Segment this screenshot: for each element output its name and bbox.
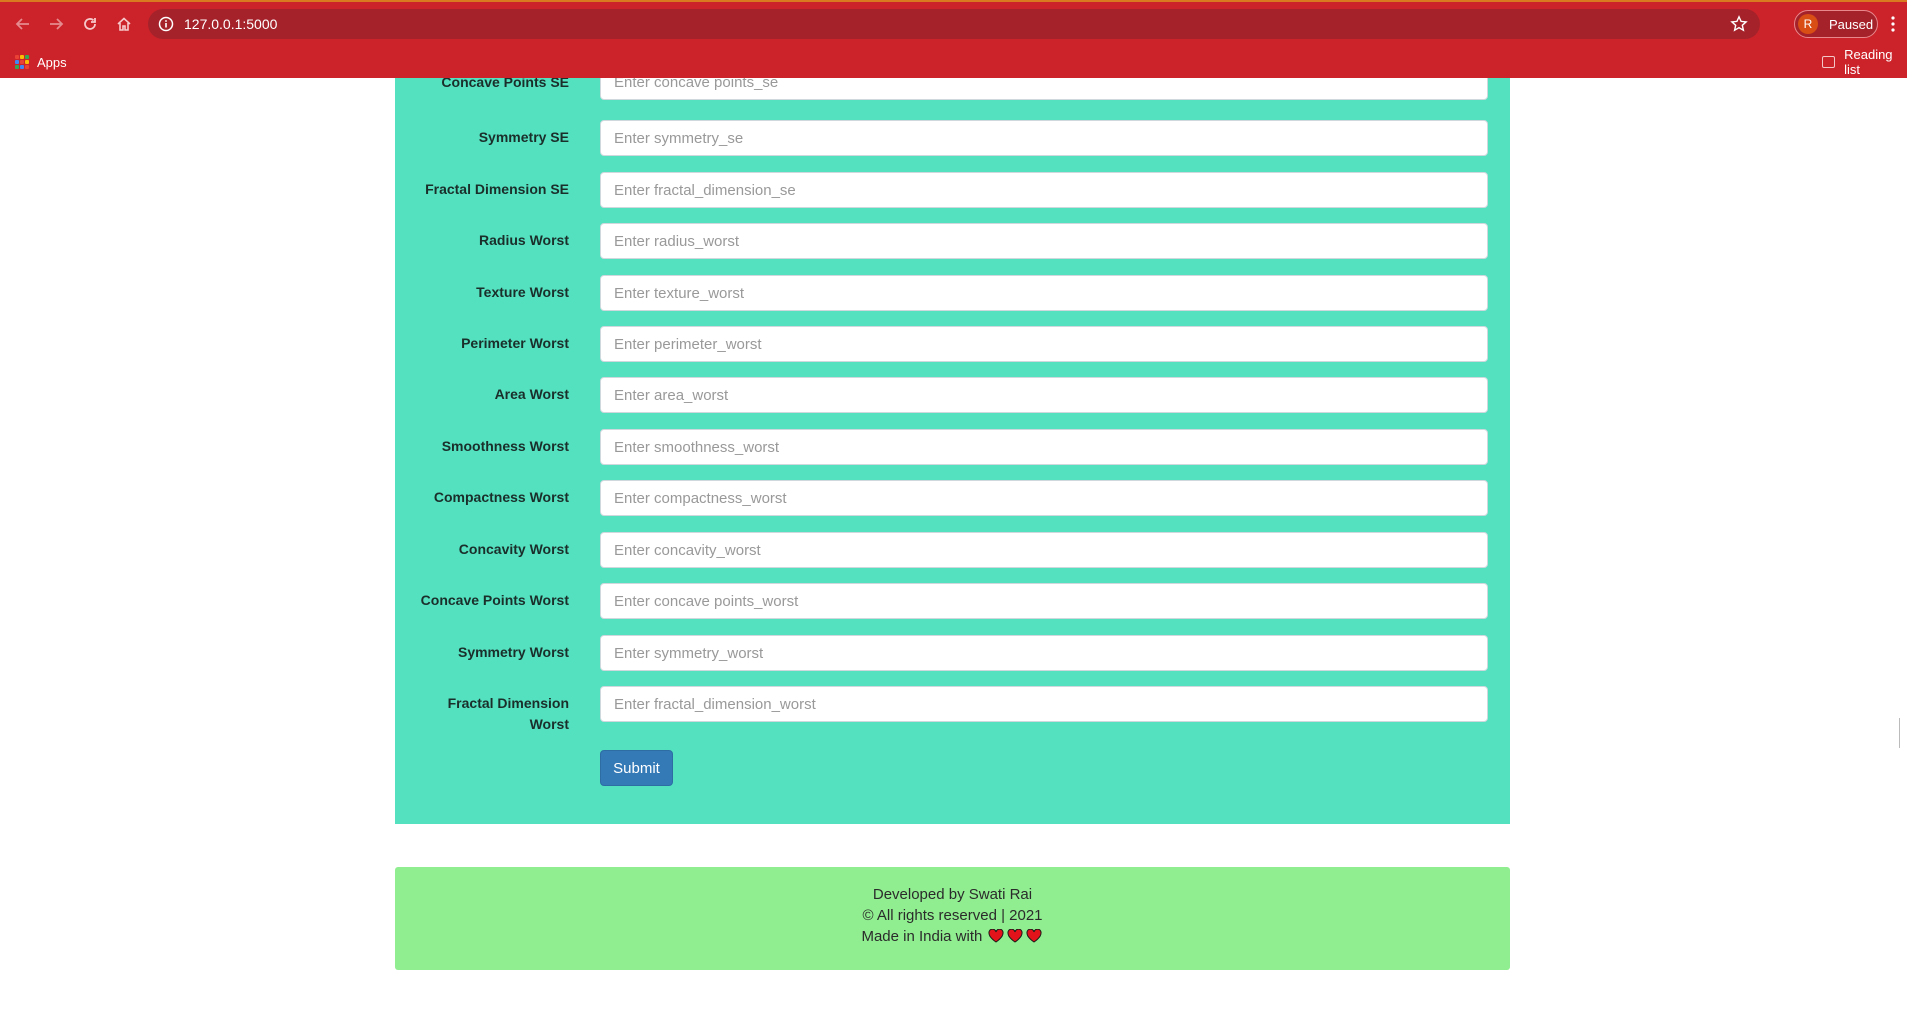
texture-worst-input[interactable] — [600, 275, 1488, 311]
area-worst-input[interactable] — [600, 377, 1488, 413]
field-label: Radius Worst — [479, 232, 569, 248]
radius-worst-input[interactable] — [600, 223, 1488, 259]
avatar: R — [1798, 14, 1818, 34]
window-top-edge — [0, 0, 1907, 2]
profile-button[interactable]: R Paused — [1794, 10, 1878, 38]
forward-arrow-icon — [50, 18, 64, 30]
apps-grid-icon — [15, 55, 29, 69]
reload-icon — [84, 18, 96, 30]
forward-button[interactable] — [42, 10, 70, 38]
back-arrow-icon — [15, 18, 29, 30]
fractal-dimension-se-input[interactable] — [600, 172, 1488, 208]
field-label: Area Worst — [494, 386, 569, 402]
back-button[interactable] — [9, 10, 37, 38]
symmetry-worst-input[interactable] — [600, 635, 1488, 671]
concavity-worst-input[interactable] — [600, 532, 1488, 568]
apps-shortcut[interactable]: Apps — [15, 51, 67, 73]
heart-icon — [1026, 929, 1042, 943]
field-label: Fractal Dimension SE — [425, 181, 569, 197]
prediction-form: Concave Points SE Symmetry SE Fractal Di… — [395, 78, 1510, 824]
smoothness-worst-input[interactable] — [600, 429, 1488, 465]
reading-list-icon — [1822, 56, 1836, 68]
field-label: Fractal Dimension Worst — [447, 695, 569, 732]
reading-list-label: Reading list — [1844, 47, 1893, 77]
fractal-dimension-worst-input[interactable] — [600, 686, 1488, 722]
symmetry-se-input[interactable] — [600, 120, 1488, 156]
url-text[interactable]: 127.0.0.1:5000 — [184, 16, 277, 32]
browser-toolbar: 127.0.0.1:5000 R Paused Apps Reading lis… — [0, 0, 1907, 78]
compactness-worst-input[interactable] — [600, 480, 1488, 516]
field-label: Smoothness Worst — [441, 438, 569, 454]
field-label: Concave Points SE — [441, 78, 569, 90]
made-in-text: Made in India with — [861, 928, 983, 945]
home-button[interactable] — [110, 10, 138, 38]
field-label: Texture Worst — [476, 284, 569, 300]
heart-icon — [988, 929, 1004, 943]
page-content: Concave Points SE Symmetry SE Fractal Di… — [0, 78, 1907, 1009]
made-in-line: Made in India with — [395, 927, 1510, 947]
more-menu-icon[interactable] — [1890, 14, 1896, 34]
bookmarks-bar: Apps Reading list — [0, 47, 1907, 78]
copyright-text: © All rights reserved | 2021 — [862, 907, 1043, 924]
address-bar[interactable]: 127.0.0.1:5000 — [148, 9, 1760, 39]
home-icon — [117, 17, 131, 31]
profile-status: Paused — [1829, 17, 1874, 32]
heart-icon — [1007, 929, 1023, 943]
concave-points-se-input[interactable] — [600, 78, 1488, 100]
site-info-icon[interactable] — [158, 16, 174, 32]
reload-button[interactable] — [76, 10, 104, 38]
developer-credit: Developed by Swati Rai — [872, 886, 1033, 903]
window-resize-edge — [1899, 718, 1907, 748]
perimeter-worst-input[interactable] — [600, 326, 1488, 362]
field-label: Compactness Worst — [433, 489, 569, 505]
field-label: Symmetry Worst — [457, 644, 569, 660]
bookmark-star-icon[interactable] — [1730, 15, 1748, 33]
field-label: Symmetry SE — [478, 129, 569, 145]
footer: Developed by Swati Rai © All rights rese… — [395, 867, 1510, 970]
concave-points-worst-input[interactable] — [600, 583, 1488, 619]
field-label: Perimeter Worst — [461, 335, 569, 351]
field-label: Concavity Worst — [458, 541, 569, 557]
reading-list-button[interactable]: Reading list — [1822, 47, 1907, 77]
submit-button[interactable]: Submit — [600, 750, 673, 786]
field-label: Concave Points Worst — [420, 592, 569, 608]
apps-label: Apps — [37, 54, 67, 70]
